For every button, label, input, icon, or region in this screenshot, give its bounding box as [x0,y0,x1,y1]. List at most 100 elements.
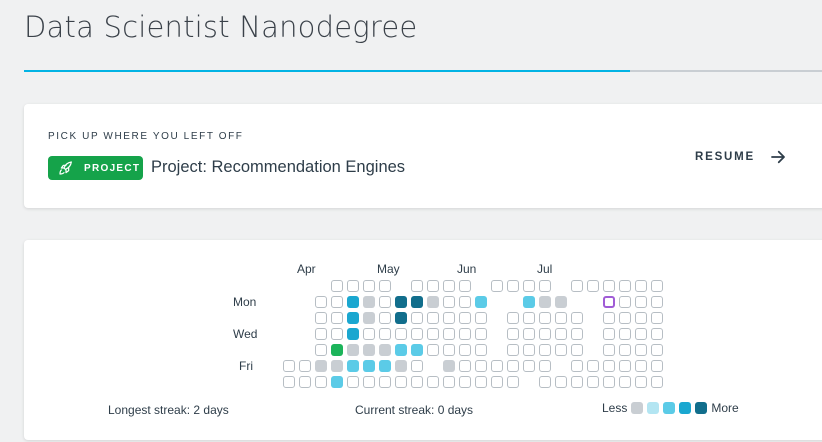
activity-cell[interactable] [507,280,519,292]
activity-cell[interactable] [523,344,535,356]
activity-cell[interactable] [603,360,615,372]
activity-cell[interactable] [459,328,471,340]
activity-cell[interactable] [651,312,663,324]
activity-cell[interactable] [571,312,583,324]
activity-cell[interactable] [443,376,455,388]
activity-cell[interactable] [459,296,471,308]
activity-cell[interactable] [363,344,375,356]
activity-cell[interactable] [379,328,391,340]
activity-cell[interactable] [363,360,375,372]
activity-cell[interactable] [363,312,375,324]
activity-cell[interactable] [443,312,455,324]
activity-cell[interactable] [651,328,663,340]
activity-cell[interactable] [523,360,535,372]
activity-cell[interactable] [587,376,599,388]
activity-cell[interactable] [347,296,359,308]
activity-cell[interactable] [379,376,391,388]
activity-cell[interactable] [635,280,647,292]
activity-cell[interactable] [315,296,327,308]
activity-cell[interactable] [459,312,471,324]
activity-cell[interactable] [651,344,663,356]
activity-cell[interactable] [603,328,615,340]
activity-cell[interactable] [539,376,551,388]
activity-cell[interactable] [491,360,503,372]
activity-cell[interactable] [331,312,343,324]
activity-cell[interactable] [315,312,327,324]
activity-cell[interactable] [459,280,471,292]
activity-cell[interactable] [523,312,535,324]
activity-cell[interactable] [555,376,567,388]
activity-cell[interactable] [459,360,471,372]
activity-cell[interactable] [363,280,375,292]
activity-cell[interactable] [635,312,647,324]
activity-cell[interactable] [539,360,551,372]
activity-cell[interactable] [507,376,519,388]
activity-cell[interactable] [523,280,535,292]
activity-cell[interactable] [315,376,327,388]
activity-cell[interactable] [571,328,583,340]
activity-cell[interactable] [603,376,615,388]
activity-cell[interactable] [379,296,391,308]
activity-cell[interactable] [587,280,599,292]
activity-cell[interactable] [603,312,615,324]
activity-cell[interactable] [651,280,663,292]
activity-cell[interactable] [475,360,487,372]
activity-cell[interactable] [539,296,551,308]
activity-cell[interactable] [651,296,663,308]
activity-cell[interactable] [331,376,343,388]
activity-cell[interactable] [379,312,391,324]
activity-cell[interactable] [555,296,567,308]
activity-cell[interactable] [427,312,439,324]
activity-cell[interactable] [427,328,439,340]
activity-cell[interactable] [475,328,487,340]
activity-cell[interactable] [475,296,487,308]
activity-cell[interactable] [395,344,407,356]
activity-cell[interactable] [459,376,471,388]
activity-cell[interactable] [571,280,583,292]
activity-cell[interactable] [571,376,583,388]
activity-cell[interactable] [443,328,455,340]
project-title[interactable]: Project: Recommendation Engines [151,158,405,177]
activity-cell[interactable] [379,280,391,292]
activity-cell[interactable] [619,296,631,308]
activity-cell[interactable] [427,280,439,292]
activity-cell[interactable] [331,360,343,372]
activity-cell[interactable] [395,360,407,372]
activity-cell[interactable] [459,344,471,356]
activity-cell[interactable] [507,360,519,372]
activity-cell[interactable] [619,280,631,292]
activity-cell[interactable] [427,296,439,308]
activity-cell[interactable] [555,312,567,324]
activity-cell[interactable] [539,328,551,340]
resume-card[interactable]: PICK UP WHERE YOU LEFT OFF PROJECT Proje… [24,104,822,208]
activity-cell[interactable] [331,344,343,356]
activity-cell[interactable] [283,376,295,388]
activity-cell[interactable] [411,328,423,340]
activity-cell[interactable] [603,280,615,292]
activity-cell[interactable] [299,376,311,388]
activity-cell[interactable] [443,280,455,292]
activity-cell[interactable] [619,376,631,388]
activity-cell[interactable] [395,296,407,308]
activity-cell[interactable] [283,360,295,372]
activity-cell[interactable] [411,360,423,372]
activity-cell[interactable] [491,376,503,388]
activity-cell[interactable] [475,344,487,356]
activity-cell[interactable] [363,296,375,308]
activity-cell[interactable] [347,376,359,388]
activity-cell[interactable] [411,344,423,356]
activity-cell[interactable] [363,328,375,340]
activity-cell[interactable] [635,360,647,372]
activity-cell[interactable] [443,296,455,308]
activity-cell[interactable] [427,376,439,388]
activity-cell[interactable] [523,328,535,340]
today-cell[interactable] [603,296,615,308]
activity-cell[interactable] [507,328,519,340]
activity-cell[interactable] [507,312,519,324]
activity-cell[interactable] [347,312,359,324]
activity-cell[interactable] [491,280,503,292]
activity-cell[interactable] [395,328,407,340]
activity-cell[interactable] [411,280,423,292]
activity-cell[interactable] [315,328,327,340]
resume-button[interactable]: RESUME [695,148,787,166]
